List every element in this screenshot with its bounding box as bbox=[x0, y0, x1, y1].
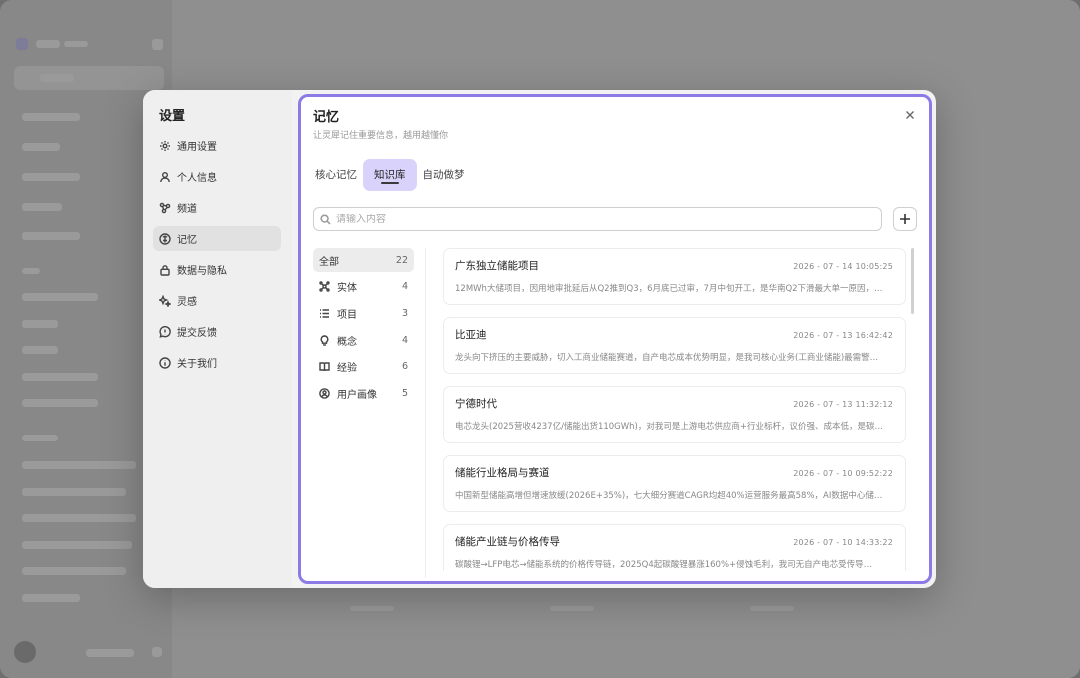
category-count: 22 bbox=[395, 254, 408, 266]
category-count: 6 bbox=[401, 361, 408, 373]
nav-item-about[interactable]: 关于我们 bbox=[153, 350, 281, 375]
search-input[interactable] bbox=[336, 213, 856, 225]
sparkle-icon bbox=[159, 294, 171, 307]
app-logo-icon bbox=[16, 38, 28, 50]
memory-card[interactable]: 广东独立储能项目 2026 - 07 - 14 10:05:25 12MWh大储… bbox=[443, 248, 906, 305]
card-timestamp: 2026 - 07 - 10 14:33:22 bbox=[793, 538, 893, 547]
memory-card[interactable]: 储能行业格局与赛道 2026 - 07 - 10 09:52:22 中国新型储能… bbox=[443, 455, 906, 512]
memory-card[interactable]: 宁德时代 2026 - 07 - 13 11:32:12 电芯龙头(2025营收… bbox=[443, 386, 906, 443]
nav-item-general[interactable]: 通用设置 bbox=[153, 133, 281, 158]
nav-item-profile[interactable]: 个人信息 bbox=[153, 164, 281, 189]
entity-icon bbox=[319, 281, 331, 293]
category-count: 3 bbox=[401, 307, 408, 319]
card-description: 碳酸锂→LFP电芯→储能系统的价格传导链，2025Q4起碳酸锂暴涨160%+侵蚀… bbox=[455, 560, 873, 570]
memory-card[interactable]: 储能产业链与价格传导 2026 - 07 - 10 14:33:22 碳酸锂→L… bbox=[443, 524, 906, 571]
category-user-profile[interactable]: 用户画像 5 bbox=[313, 381, 414, 405]
nav-item-label: 关于我们 bbox=[177, 359, 217, 370]
nav-item-label: 记忆 bbox=[177, 235, 197, 246]
memory-card-list: 广东独立储能项目 2026 - 07 - 14 10:05:25 12MWh大储… bbox=[443, 248, 906, 571]
tab-auto-dream[interactable]: 自动做梦 bbox=[419, 159, 469, 191]
card-description: 电芯龙头(2025营收4237亿/储能出货110GWh)，对我司是上游电芯供应商… bbox=[455, 422, 883, 432]
nav-item-label: 通用设置 bbox=[177, 142, 217, 153]
card-timestamp: 2026 - 07 - 10 09:52:22 bbox=[793, 469, 893, 478]
settings-title: 设置 bbox=[159, 109, 186, 124]
scrollbar[interactable] bbox=[911, 248, 914, 314]
memory-icon bbox=[159, 232, 171, 245]
close-button[interactable] bbox=[903, 107, 917, 121]
search-box bbox=[313, 207, 882, 231]
card-description: 12MWh大储项目，因用地审批延后从Q2推到Q3，6月底已过审，7月中旬开工，是… bbox=[455, 284, 883, 294]
category-entity[interactable]: 实体 4 bbox=[313, 275, 414, 299]
info-icon bbox=[159, 356, 171, 369]
search-icon bbox=[320, 213, 331, 225]
category-count: 5 bbox=[401, 387, 408, 399]
category-count: 4 bbox=[401, 334, 408, 346]
lock-icon bbox=[159, 264, 171, 276]
panel-title: 记忆 bbox=[313, 110, 340, 125]
divider bbox=[425, 248, 426, 578]
bulb-icon bbox=[319, 334, 331, 346]
settings-nav: 设置 通用设置 个人信息 频道 记忆 数据与隐私 灵感 提交反馈 关于我们 bbox=[143, 90, 292, 588]
nav-item-label: 个人信息 bbox=[177, 173, 217, 184]
book-icon bbox=[319, 361, 331, 373]
feedback-icon bbox=[159, 325, 171, 338]
tab-knowledge-base[interactable]: 知识库 bbox=[363, 159, 417, 191]
category-concept[interactable]: 概念 4 bbox=[313, 328, 414, 352]
category-label: 经验 bbox=[337, 363, 357, 375]
nav-item-privacy[interactable]: 数据与隐私 bbox=[153, 257, 281, 282]
nav-item-label: 灵感 bbox=[177, 297, 197, 308]
nav-item-label: 频道 bbox=[177, 204, 197, 215]
tab-core-memory[interactable]: 核心记忆 bbox=[311, 159, 361, 191]
category-label: 项目 bbox=[337, 309, 357, 321]
settings-modal: 设置 通用设置 个人信息 频道 记忆 数据与隐私 灵感 提交反馈 关于我们 记忆… bbox=[143, 90, 936, 588]
add-button[interactable] bbox=[893, 207, 917, 231]
category-label: 用户画像 bbox=[337, 389, 377, 401]
category-list: 全部 22 实体 4 项目 3 概念 4 经验 6 用户画像 5 bbox=[313, 248, 414, 408]
memory-tabs: 核心记忆 知识库 自动做梦 bbox=[311, 159, 471, 191]
user-circle-icon bbox=[319, 387, 331, 399]
avatar[interactable] bbox=[14, 641, 36, 663]
nav-item-feedback[interactable]: 提交反馈 bbox=[153, 319, 281, 344]
panel-subtitle: 让灵犀记住重要信息，越用越懂你 bbox=[313, 131, 449, 141]
card-timestamp: 2026 - 07 - 13 16:42:42 bbox=[793, 331, 893, 340]
nav-item-inspiration[interactable]: 灵感 bbox=[153, 288, 281, 313]
category-count: 4 bbox=[401, 281, 408, 293]
category-label: 实体 bbox=[337, 283, 357, 295]
nav-item-label: 提交反馈 bbox=[177, 328, 217, 339]
nav-item-memory[interactable]: 记忆 bbox=[153, 226, 281, 251]
category-experience[interactable]: 经验 6 bbox=[313, 355, 414, 379]
list-icon bbox=[319, 307, 331, 319]
nav-item-channel[interactable]: 频道 bbox=[153, 195, 281, 220]
close-icon bbox=[906, 111, 914, 119]
channel-icon bbox=[159, 202, 171, 214]
memory-panel: 记忆 让灵犀记住重要信息，越用越懂你 核心记忆 知识库 自动做梦 全部 22 实… bbox=[298, 94, 932, 584]
category-label: 概念 bbox=[337, 336, 357, 348]
user-icon bbox=[159, 171, 171, 183]
card-timestamp: 2026 - 07 - 14 10:05:25 bbox=[793, 262, 893, 271]
card-description: 中国新型储能高增但增速放缓(2026E+35%)，七大细分赛道CAGR均超40%… bbox=[455, 491, 883, 501]
nav-item-label: 数据与隐私 bbox=[177, 266, 227, 277]
card-timestamp: 2026 - 07 - 13 11:32:12 bbox=[793, 400, 893, 409]
plus-icon bbox=[900, 214, 910, 224]
memory-card[interactable]: 比亚迪 2026 - 07 - 13 16:42:42 龙头向下挤压的主要威胁，… bbox=[443, 317, 906, 374]
gear-icon bbox=[159, 140, 171, 152]
card-description: 龙头向下挤压的主要威胁，切入工商业储能赛道，自产电芯成本优势明显，是我司核心业务… bbox=[455, 353, 879, 363]
category-project[interactable]: 项目 3 bbox=[313, 301, 414, 325]
category-label: 全部 bbox=[319, 256, 339, 268]
category-all[interactable]: 全部 22 bbox=[313, 248, 414, 272]
